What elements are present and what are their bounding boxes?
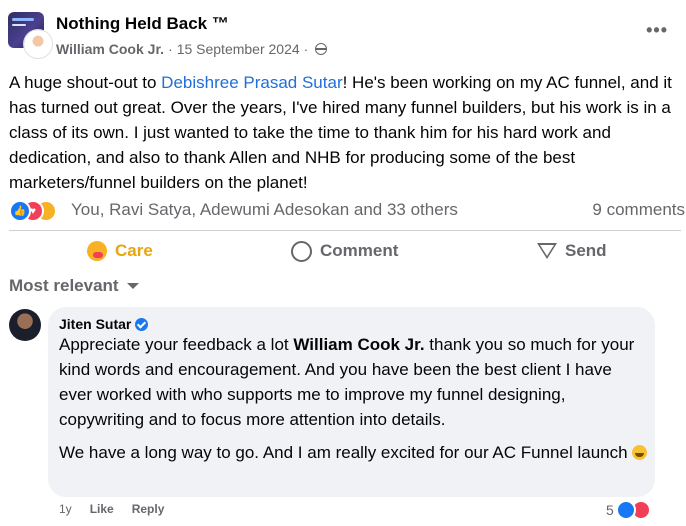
comment-paragraph-1: Appreciate your feedback a lot William C…: [59, 332, 649, 432]
comment-mention[interactable]: William Cook Jr.: [293, 335, 424, 354]
author-avatar[interactable]: [24, 30, 52, 58]
mention-link[interactable]: Debishree Prasad Sutar: [161, 73, 342, 92]
comment-text: Appreciate your feedback a lot William C…: [59, 332, 649, 465]
comment-paragraph-2: We have a long way to go. And I am reall…: [59, 440, 649, 465]
post-text-start: A huge shout-out to: [9, 73, 162, 92]
commenter-name-text: Jiten Sutar: [59, 316, 132, 332]
more-options-icon[interactable]: •••: [646, 20, 668, 41]
comment-reply-button[interactable]: Reply: [132, 502, 165, 516]
reaction-icons[interactable]: 👍 ♥: [9, 200, 71, 222]
post-header: Nothing Held Back ™ William Cook Jr. · 1…: [8, 10, 678, 62]
grinning-face-icon: [632, 445, 648, 460]
avatar-graphic: [12, 18, 34, 21]
post-body: A huge shout-out to Debishree Prasad Sut…: [9, 70, 677, 195]
comment-bubble-icon: [291, 240, 312, 262]
avatar-graphic-line: [12, 24, 26, 26]
comment-like-button[interactable]: Like: [90, 502, 114, 516]
globe-icon: [315, 43, 328, 55]
sort-label: Most relevant: [9, 276, 119, 295]
post-date-link[interactable]: 15 September 2024: [177, 41, 300, 57]
post-actions: Care Comment Send: [9, 230, 681, 271]
care-icon: [87, 241, 107, 261]
commenter-avatar[interactable]: [9, 309, 41, 341]
verified-badge-icon: [135, 317, 149, 331]
meta-separator: ·: [168, 41, 173, 57]
comment-bubble: Jiten Sutar Appreciate your feedback a l…: [48, 307, 655, 497]
like-reaction-icon: 👍: [9, 200, 31, 222]
send-button[interactable]: Send: [537, 239, 607, 263]
send-label: Send: [565, 241, 607, 260]
comment-time-link[interactable]: 1y: [59, 502, 72, 516]
comment-reaction-count: 5: [606, 502, 614, 518]
meta-separator-2: ·: [303, 41, 309, 57]
caret-down-icon: [126, 283, 139, 289]
care-button[interactable]: Care: [87, 239, 153, 263]
comment-sort-dropdown[interactable]: Most relevant: [9, 276, 139, 296]
like-reaction-icon: [615, 500, 636, 520]
comment-button[interactable]: Comment: [291, 239, 398, 263]
send-arrow-icon: [537, 243, 557, 259]
post-meta: William Cook Jr. · 15 September 2024 ·: [56, 41, 328, 57]
comments-count-link[interactable]: 9 comments: [592, 200, 685, 220]
comment-actions: 1y Like Reply: [59, 502, 182, 516]
group-name-link[interactable]: Nothing Held Back ™: [56, 14, 229, 34]
comment-p1-start: Appreciate your feedback a lot: [59, 335, 294, 354]
reaction-names-link[interactable]: You, Ravi Satya, Adewumi Adesokan and 33…: [71, 200, 458, 220]
comment-reactions[interactable]: 5: [606, 500, 651, 520]
comment-label: Comment: [320, 241, 399, 260]
reactions-summary: 👍 ♥ You, Ravi Satya, Adewumi Adesokan an…: [9, 199, 685, 223]
care-label: Care: [115, 241, 153, 260]
comment-p2-text: We have a long way to go. And I am reall…: [59, 443, 633, 462]
author-name-link[interactable]: William Cook Jr.: [56, 41, 164, 57]
commenter-name[interactable]: Jiten Sutar: [59, 316, 149, 332]
